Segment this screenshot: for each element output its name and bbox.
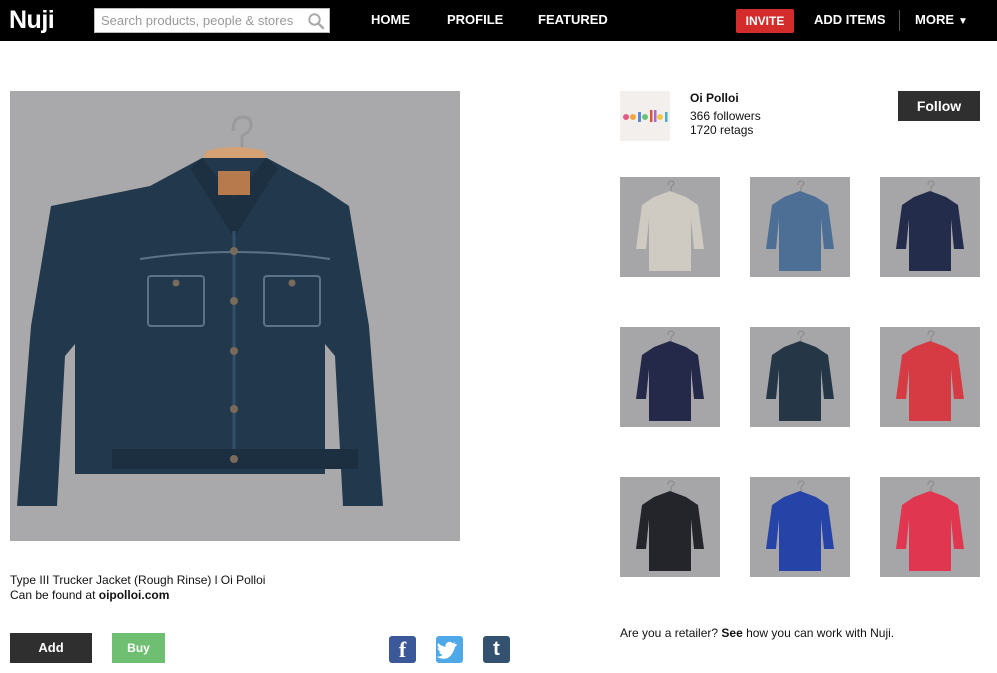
tumblr-icon[interactable]: t <box>483 636 510 663</box>
found-at: Can be found at oipolloi.com <box>10 588 265 603</box>
retailer-suffix: how you can work with Nuji. <box>742 626 895 640</box>
thumbnail-garment <box>620 477 720 577</box>
product-thumbnail[interactable] <box>620 327 720 427</box>
thumbnail-garment <box>880 327 980 427</box>
invite-button[interactable]: INVITE <box>736 9 794 33</box>
retailer-note: Are you a retailer? See how you can work… <box>620 626 894 640</box>
add-button[interactable]: Add <box>10 633 92 663</box>
retailer-prefix: Are you a retailer? <box>620 626 722 640</box>
thumbnail-garment <box>750 177 850 277</box>
search-box[interactable] <box>94 8 330 33</box>
product-thumbnail[interactable] <box>750 177 850 277</box>
product-description: Type III Trucker Jacket (Rough Rinse) l … <box>10 573 265 603</box>
retailer-see-link[interactable]: See <box>721 626 742 640</box>
top-navbar: Nuji HOME PROFILE FEATURED INVITE ADD IT… <box>0 0 997 41</box>
denim-jacket-illustration <box>10 91 460 541</box>
more-menu[interactable]: MORE ▼ <box>915 0 968 41</box>
facebook-icon[interactable]: f <box>389 636 416 663</box>
product-thumbnail[interactable] <box>620 177 720 277</box>
chevron-down-icon: ▼ <box>958 16 968 27</box>
product-thumbnail[interactable] <box>880 177 980 277</box>
product-thumbnail[interactable] <box>750 327 850 427</box>
thumbnail-garment <box>620 327 720 427</box>
product-thumbnail[interactable] <box>880 477 980 577</box>
thumbnail-garment <box>880 477 980 577</box>
product-image[interactable] <box>10 91 460 541</box>
twitter-icon[interactable] <box>436 636 463 663</box>
oi-polloi-logo <box>620 91 670 141</box>
product-thumbnail[interactable] <box>880 327 980 427</box>
nav-home[interactable]: HOME <box>371 0 410 41</box>
follow-button[interactable]: Follow <box>898 91 980 121</box>
thumbnail-garment <box>620 177 720 277</box>
nav-profile[interactable]: PROFILE <box>447 0 503 41</box>
thumbnail-garment <box>750 327 850 427</box>
add-items-link[interactable]: ADD ITEMS <box>814 0 886 41</box>
thumbnail-garment <box>880 177 980 277</box>
product-title: Type III Trucker Jacket (Rough Rinse) l … <box>10 573 266 587</box>
found-at-prefix: Can be found at <box>10 588 99 602</box>
nav-divider <box>899 10 900 31</box>
store-name[interactable]: Oi Polloi <box>690 91 739 105</box>
nav-featured[interactable]: FEATURED <box>538 0 608 41</box>
search-icon[interactable] <box>307 12 325 30</box>
store-logo[interactable] <box>620 91 670 141</box>
twitter-bird-icon <box>436 641 457 659</box>
thumbnail-garment <box>750 477 850 577</box>
search-input[interactable] <box>95 9 309 32</box>
store-followers: 366 followers <box>690 109 761 123</box>
nuji-logo[interactable]: Nuji <box>9 6 55 35</box>
buy-button[interactable]: Buy <box>112 633 165 663</box>
store-link[interactable]: oipolloi.com <box>99 588 170 602</box>
store-retags: 1720 retags <box>690 123 754 137</box>
more-label: MORE <box>915 12 954 27</box>
product-thumbnail[interactable] <box>750 477 850 577</box>
product-thumbnail[interactable] <box>620 477 720 577</box>
